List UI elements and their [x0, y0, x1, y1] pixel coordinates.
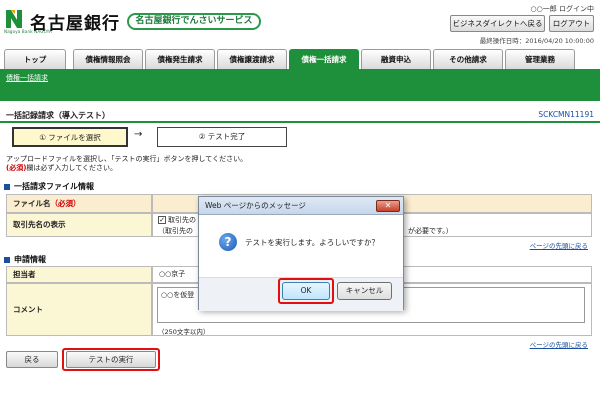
tab-management[interactable]: 管理業務 [505, 49, 575, 69]
back-to-top-link-1[interactable]: ページの先頭に戻る [530, 240, 588, 250]
step-select-file: ① ファイルを選択 [12, 127, 128, 147]
tab-claim-issue[interactable]: 債権発生請求 [145, 49, 215, 69]
page-title: 一括記録請求（導入テスト） [6, 111, 110, 120]
service-name-badge: 名古屋銀行でんさいサービス [127, 13, 261, 30]
display-name-note-right: が必要です。） [408, 227, 453, 235]
subnav-bulk-request-link[interactable]: 債権一括請求 [6, 73, 48, 83]
bank-name: 名古屋銀行 [30, 14, 120, 34]
screen-id: SCKCMN11191 [538, 110, 594, 119]
dialog-ok-button[interactable]: OK [282, 282, 330, 300]
file-name-required: （必須） [50, 199, 81, 208]
dialog-title: Web ページからのメッセージ [199, 197, 403, 215]
display-name-note-left: （取引先の [158, 227, 193, 235]
back-button[interactable]: 戻る [6, 351, 58, 368]
file-name-label-text: ファイル名 [13, 199, 51, 208]
back-to-top-link-2[interactable]: ページの先頭に戻る [530, 339, 588, 349]
display-name-checkbox[interactable]: ✓ [158, 216, 166, 224]
step-test-complete: ② テスト完了 [157, 127, 287, 147]
section-apply-info: 申請情報 [4, 254, 46, 265]
tab-bulk-request[interactable]: 債権一括請求 [289, 49, 359, 69]
run-test-button[interactable]: テストの実行 [66, 351, 156, 368]
dialog-cancel-button[interactable]: キャンセル [337, 282, 392, 300]
comment-char-limit: （250文字以内） [158, 328, 210, 336]
dialog-message: テストを実行します。よろしいですか？ [245, 238, 380, 247]
business-direct-button[interactable]: ビジネスダイレクトへ戻る [450, 15, 545, 32]
section-file-info-title: 一括請求ファイル情報 [14, 182, 94, 191]
display-name-checkbox-label: 取引先の [168, 216, 196, 224]
section-apply-info-title: 申請情報 [14, 255, 46, 264]
section-file-info: 一括請求ファイル情報 [4, 181, 94, 192]
instruction-line-2-text: 欄は必ず入力してください。 [26, 164, 117, 172]
dialog-close-icon[interactable]: ✕ [376, 200, 400, 212]
comment-text: ○○を仮登 [161, 291, 195, 299]
logout-button[interactable]: ログアウト [549, 15, 594, 32]
tanto-label: 担当者 [6, 266, 152, 283]
nav-green-bar [0, 69, 600, 101]
file-name-label: ファイル名（必須） [6, 194, 152, 213]
tab-other-requests[interactable]: その他請求 [433, 49, 503, 69]
confirm-dialog: Web ページからのメッセージ ✕ ? テストを実行します。よろしいですか？ O… [198, 196, 404, 311]
tab-loan[interactable]: 融資申込 [361, 49, 431, 69]
tab-claim-transfer[interactable]: 債権譲渡請求 [217, 49, 287, 69]
question-icon: ? [219, 233, 237, 251]
comment-label: コメント [6, 283, 152, 336]
step-arrow: → [134, 129, 143, 140]
bank-logo-icon [6, 10, 22, 28]
user-login-status: ○○一郎 ログイン中 [530, 5, 594, 13]
section-square-icon [4, 256, 10, 263]
last-operation-time: 最終操作日時：2016/04/20 10:00:00 [479, 37, 594, 45]
display-name-label: 取引先名の表示 [6, 213, 152, 237]
instruction-line-2: (必須)欄は必ず入力してください。 [6, 163, 117, 173]
section-square-icon [4, 183, 10, 190]
tab-claim-inquiry[interactable]: 債権情報照会 [73, 49, 143, 69]
required-badge: (必須) [6, 164, 27, 172]
tab-top[interactable]: トップ [4, 49, 66, 69]
